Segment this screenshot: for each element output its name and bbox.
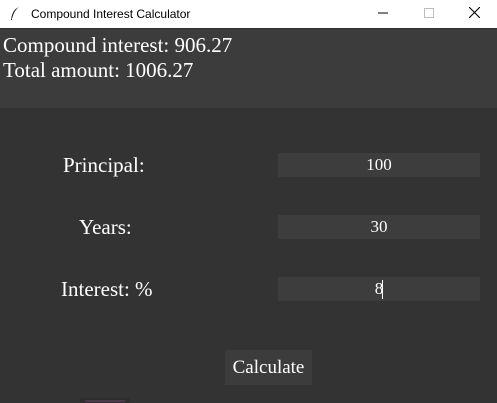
results-panel: Compound interest: 906.27 Total amount: … — [0, 29, 497, 108]
window-title: Compound Interest Calculator — [31, 7, 191, 21]
principal-label: Principal: — [63, 153, 145, 177]
feather-icon — [8, 6, 22, 22]
calculate-button[interactable]: Calculate — [225, 350, 312, 385]
maximize-button[interactable] — [406, 0, 452, 28]
total-amount-result: Total amount: 1006.27 — [3, 58, 194, 82]
text-cursor — [382, 280, 383, 299]
minimize-button[interactable] — [360, 0, 406, 28]
maximize-icon — [424, 5, 434, 23]
compound-interest-result: Compound interest: 906.27 — [3, 33, 233, 57]
principal-input[interactable] — [278, 153, 480, 177]
years-input[interactable] — [278, 215, 480, 239]
minimize-icon — [378, 5, 388, 23]
interest-label: Interest: % — [61, 277, 153, 301]
bottom-edge-artifact-accent — [85, 400, 125, 402]
app-window: Compound Interest Calculator Compound in… — [0, 0, 497, 403]
close-button[interactable] — [451, 0, 497, 28]
title-bar[interactable]: Compound Interest Calculator — [0, 0, 497, 28]
years-label: Years: — [79, 215, 132, 239]
close-icon — [468, 5, 480, 23]
interest-input[interactable] — [278, 277, 480, 301]
